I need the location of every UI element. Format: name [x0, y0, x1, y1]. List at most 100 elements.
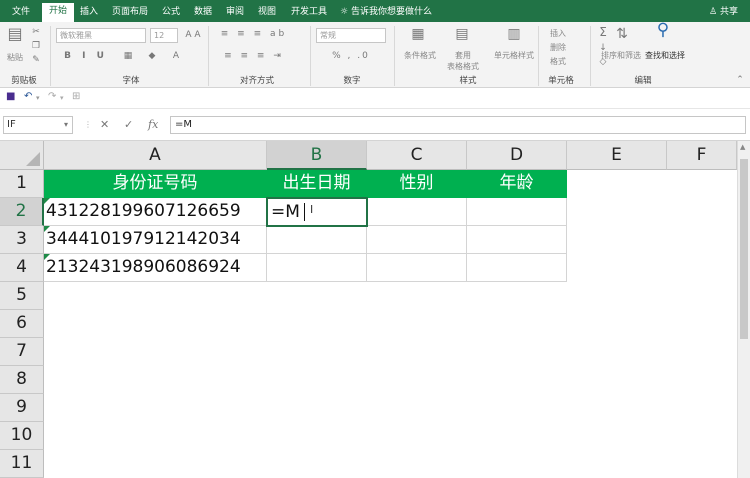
vertical-scrollbar[interactable]: ▲: [737, 141, 750, 478]
row-header-8[interactable]: 8: [0, 366, 44, 394]
table-format-label: 套用 表格格式: [447, 51, 479, 71]
row-header-1[interactable]: 1: [0, 170, 44, 198]
cell-a3-value: 344410197912142034: [46, 229, 241, 249]
cell-c4[interactable]: [367, 254, 467, 282]
row-header-7[interactable]: 7: [0, 338, 44, 366]
formula-input[interactable]: =M: [170, 116, 746, 134]
row-header-2[interactable]: 2: [0, 198, 44, 226]
font-name-box[interactable]: 微软雅黑: [56, 28, 146, 43]
border-icon[interactable]: ▦: [118, 50, 138, 62]
format-painter-icon[interactable]: ✎: [30, 54, 42, 66]
row-header-10[interactable]: 10: [0, 422, 44, 450]
cell-c3[interactable]: [367, 226, 467, 254]
share-button[interactable]: ♙ 共享: [709, 4, 738, 20]
table-format-icon[interactable]: ▤: [452, 27, 472, 41]
cell-d4[interactable]: [467, 254, 567, 282]
column-header-a[interactable]: A: [44, 141, 267, 170]
tab-insert[interactable]: 插入: [76, 4, 102, 22]
vertical-align-icons[interactable]: ≡ ≡ ≡ ab: [214, 28, 294, 40]
column-header-b[interactable]: B: [267, 141, 367, 170]
cell-b1[interactable]: 出生日期: [267, 170, 367, 198]
column-header-d[interactable]: D: [467, 141, 567, 170]
tab-developer[interactable]: 开发工具: [286, 4, 332, 22]
autosum-icon[interactable]: Σ: [596, 26, 610, 38]
group-font: 字体: [122, 76, 140, 86]
undo-dropdown-icon[interactable]: ▾: [36, 94, 40, 102]
scroll-up-icon[interactable]: ▲: [740, 143, 745, 151]
tell-me-search[interactable]: ☼ 告诉我你想要做什么: [340, 4, 432, 20]
cell-b3[interactable]: [267, 226, 367, 254]
row-header-11[interactable]: 11: [0, 450, 44, 478]
font-grow-shrink-icon[interactable]: A A: [182, 29, 204, 41]
row-header-5[interactable]: 5: [0, 282, 44, 310]
tab-home[interactable]: 开始: [42, 3, 74, 22]
cell-c1[interactable]: 性别: [367, 170, 467, 198]
cell-d2[interactable]: [467, 198, 567, 226]
format-cells-button[interactable]: 格式: [544, 56, 572, 67]
delete-cells-button[interactable]: 删除: [544, 42, 572, 53]
cell-a4[interactable]: 213243198906086924: [44, 254, 267, 282]
tab-review[interactable]: 审阅: [222, 4, 248, 22]
redo-dropdown-icon[interactable]: ▾: [60, 94, 64, 102]
copy-icon[interactable]: ❐: [30, 40, 42, 52]
save-icon[interactable]: ■: [6, 91, 15, 102]
active-cell-b2[interactable]: =M I: [266, 197, 368, 227]
column-header-f[interactable]: F: [667, 141, 737, 170]
collapse-ribbon-icon[interactable]: ⌃: [734, 74, 746, 86]
share-label: 共享: [719, 7, 738, 17]
cancel-icon[interactable]: ✕: [100, 118, 109, 131]
paste-label: 粘贴: [7, 53, 23, 62]
row-header-6[interactable]: 6: [0, 310, 44, 338]
cut-icon[interactable]: ✂: [30, 26, 42, 38]
undo-icon[interactable]: ↶: [24, 91, 32, 102]
cell-b4[interactable]: [267, 254, 367, 282]
name-box-dropdown-icon[interactable]: ▾: [64, 120, 68, 129]
scrollbar-thumb[interactable]: [740, 159, 748, 339]
conditional-format-icon[interactable]: ▦: [408, 27, 428, 41]
tab-view[interactable]: 视图: [254, 4, 280, 22]
group-alignment: 对齐方式: [239, 76, 274, 86]
number-format-box[interactable]: 常规: [316, 28, 386, 43]
row-header-3[interactable]: 3: [0, 226, 44, 254]
row-header-4[interactable]: 4: [0, 254, 44, 282]
insert-function-icon[interactable]: fx: [148, 118, 158, 131]
cell-a1[interactable]: 身份证号码: [44, 170, 267, 198]
cell-b2-edit-text: =M: [271, 202, 300, 222]
divider: [590, 26, 591, 86]
tab-data[interactable]: 数据: [190, 4, 216, 22]
find-select-label[interactable]: 查找和选择: [642, 50, 688, 61]
paste-icon[interactable]: ▤: [6, 26, 24, 50]
divider: [208, 26, 209, 86]
font-size-box[interactable]: 12: [150, 28, 178, 43]
tab-page-layout[interactable]: 页面布局: [108, 4, 152, 22]
tab-file[interactable]: 文件: [4, 4, 38, 22]
cell-a3[interactable]: 344410197912142034: [44, 226, 267, 254]
column-header-c[interactable]: C: [367, 141, 467, 170]
search-icon[interactable]: ⚲: [652, 22, 674, 39]
customize-qat-icon[interactable]: ⊞: [72, 91, 80, 102]
sort-filter-icon[interactable]: ⇅: [612, 27, 632, 41]
cell-d3[interactable]: [467, 226, 567, 254]
cell-styles-icon[interactable]: ▥: [504, 27, 524, 41]
redo-icon[interactable]: ↷: [48, 91, 56, 102]
enter-icon[interactable]: ✓: [124, 118, 133, 131]
select-all-button[interactable]: [0, 141, 44, 170]
bold-italic-underline-icon[interactable]: B I U: [56, 50, 116, 62]
cell-d1[interactable]: 年龄: [467, 170, 567, 198]
tab-formulas[interactable]: 公式: [158, 4, 184, 22]
group-editing: 编辑: [634, 76, 652, 86]
row-header-9[interactable]: 9: [0, 394, 44, 422]
column-header-e[interactable]: E: [567, 141, 667, 170]
name-box[interactable]: IF: [3, 116, 73, 134]
fill-color-icon[interactable]: ◆: [142, 50, 162, 62]
formula-bar: IF ▾ ⋮ ✕ ✓ fx =M: [0, 109, 750, 141]
cell-a2[interactable]: 431228199607126659: [44, 198, 267, 226]
group-styles: 样式: [459, 76, 477, 86]
horizontal-align-icons[interactable]: ≡ ≡ ≡ ⇥: [214, 50, 294, 62]
font-color-icon[interactable]: A: [166, 50, 186, 62]
text-caret: [304, 203, 305, 221]
cell-c2[interactable]: [367, 198, 467, 226]
ibeam-cursor-icon: I: [310, 203, 314, 216]
insert-cells-button[interactable]: 插入: [544, 28, 572, 39]
number-format-icons[interactable]: % , .0: [316, 50, 386, 62]
